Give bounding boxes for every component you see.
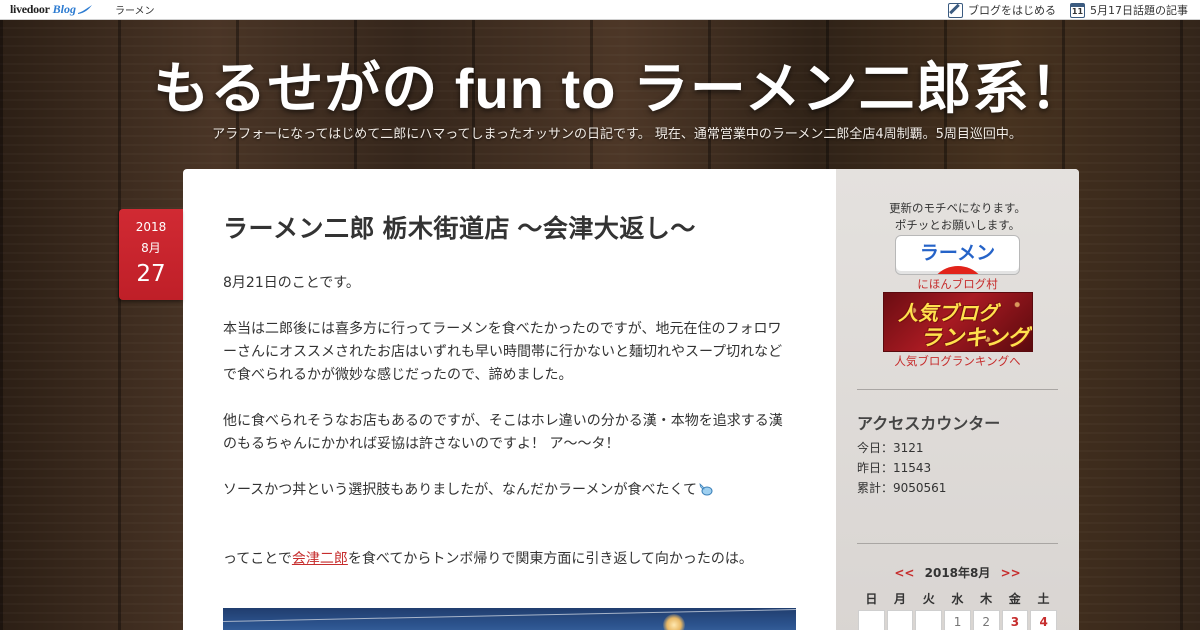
calendar-next-link[interactable]: >>: [1001, 566, 1021, 580]
popular-blog-ranking-link[interactable]: 人気ブログランキングへ: [836, 353, 1079, 369]
weekday-wed: 水: [951, 592, 964, 606]
popular-blog-ranking-banner[interactable]: 人気ブログ ランキング: [883, 292, 1033, 352]
calendar-day-link[interactable]: 3: [1001, 610, 1029, 630]
logo-blog-text: Blog: [52, 2, 76, 16]
paragraph-3-line-1: 他に食べられそうなお店もあるのですが、そこはホレ違いの分かる漢・本物を追求する漢: [223, 413, 783, 429]
trending-articles-label: 5月17日話題の記事: [1090, 4, 1188, 17]
sweat-drop-icon: [699, 483, 713, 496]
article-paragraph-2: 本当は二郎後には喜多方に行ってラーメンを食べたかったのですが、地元在住のフォロワ…: [223, 318, 797, 387]
trending-articles-link[interactable]: 11 5月17日話題の記事: [1070, 2, 1188, 18]
cheer-line-1: 更新のモチベになります。: [889, 201, 1026, 215]
access-counter-heading: アクセスカウンター: [857, 416, 1001, 433]
weekday-sun: 日: [865, 592, 878, 606]
counter-today: 今日：3121: [857, 441, 924, 455]
blog-title[interactable]: もるせがの fun to ラーメン二郎系！: [0, 44, 1200, 125]
calendar-day-link[interactable]: 4: [1030, 610, 1058, 630]
ramen-button-label: ラーメン: [919, 243, 996, 264]
sidebar-divider: [857, 389, 1058, 390]
paragraph-3-line-2: のもるちゃんにかかれば妥協は許さないのですよ！ ア〜〜タ！: [223, 436, 620, 452]
topbar-category-link[interactable]: ラーメン: [115, 2, 155, 17]
calendar-header: << 2018年8月 >>: [836, 564, 1079, 581]
paragraph-4-text: ソースかつ丼という選択肢もありましたが、なんだかラーメンが食べたくて: [223, 482, 698, 498]
bird-icon: [77, 5, 92, 14]
article-title[interactable]: ラーメン二郎 栃木街道店 〜会津大返し〜: [223, 209, 803, 245]
edit-icon: [948, 2, 963, 18]
start-blog-label: ブログをはじめる: [968, 4, 1056, 17]
sidebar-divider: [857, 543, 1058, 544]
weekday-sat: 土: [1037, 592, 1050, 606]
paragraph-2-line-2: ーさんにオススメされたお店はいずれも早い時間帯に行かないと麺切れやスープ切れなど: [223, 344, 783, 360]
date-year: 2018: [135, 220, 167, 234]
paragraph-5-after: を食べてからトンボ帰りで関東方面に引き返して向かったのは。: [347, 551, 753, 567]
calendar-day-empty: [886, 610, 914, 630]
article-paragraph-1: 8月21日のことです。: [223, 275, 360, 291]
livedoor-blog-logo[interactable]: livedoor Blog: [10, 0, 93, 20]
weekday-mon: 月: [894, 592, 907, 606]
rank-banner-line-2: ランキング: [920, 325, 1030, 350]
article: ラーメン二郎 栃木街道店 〜会津大返し〜: [223, 209, 803, 245]
article-paragraph-3: 他に食べられそうなお店もあるのですが、そこはホレ違いの分かる漢・本物を追求する漢…: [223, 410, 797, 456]
calendar-month: 2018年8月: [924, 566, 991, 580]
article-date-badge: 2018 8月 27: [119, 209, 183, 300]
calendar-weekday-row: 日 月 火 水 木 金 土: [857, 590, 1058, 610]
paragraph-5-before: ってことで: [223, 551, 292, 567]
article-photo[interactable]: [223, 608, 796, 630]
aizu-jiro-link[interactable]: 会津二郎: [292, 551, 348, 567]
calendar-day-empty: [858, 610, 885, 630]
photo-wire: [223, 609, 796, 622]
calendar-grid: 日 月 火 水 木 金 土 1 2 3 4: [857, 590, 1058, 630]
counter-total: 累計：9050561: [857, 481, 947, 495]
start-blog-link[interactable]: ブログをはじめる: [948, 2, 1056, 18]
date-month: 8月: [141, 241, 161, 255]
global-topbar: livedoor Blog ラーメン ブログをはじめる 11 5月17日話題の記…: [0, 0, 1200, 20]
cheer-line-2: ポチッとお願いします。: [894, 218, 1021, 232]
photo-lamp: [663, 614, 685, 630]
calendar-prev-link[interactable]: <<: [894, 566, 914, 580]
sidebar-cheer-text: 更新のモチベになります。 ポチッとお願いします。: [836, 200, 1079, 234]
article-paragraph-5: ってことで会津二郎を食べてからトンボ帰りで関東方面に引き返して向かったのは。: [223, 548, 797, 571]
weekday-thu: 木: [980, 592, 993, 606]
calendar-day-empty: [915, 610, 943, 630]
calendar-day: 2: [972, 610, 1000, 630]
weekday-fri: 金: [1008, 592, 1021, 606]
date-day: 27: [136, 261, 166, 287]
counter-yesterday: 昨日：11543: [857, 461, 932, 475]
paragraph-2-line-3: で食べられるかが微妙な感じだったので、諦めました。: [223, 367, 573, 383]
calendar-icon: 11: [1070, 2, 1085, 18]
nihon-blogmura-link[interactable]: にほんブログ村: [836, 276, 1079, 292]
logo-livedoor-text: livedoor: [10, 2, 50, 16]
calendar-day: 1: [944, 610, 971, 630]
nihon-blogmura-ramen-button[interactable]: ラーメン: [895, 235, 1020, 275]
calendar-week-row: 1 2 3 4: [857, 610, 1058, 630]
paragraph-2-line-1: 本当は二郎後には喜多方に行ってラーメンを食べたかったのですが、地元在住のフォロワ: [223, 321, 782, 337]
article-paragraph-4: ソースかつ丼という選択肢もありましたが、なんだかラーメンが食べたくて: [223, 479, 797, 502]
blog-description: アラフォーになってはじめて二郎にハマってしまったオッサンの日記です。 現在、通常…: [212, 127, 1022, 142]
weekday-tue: 火: [922, 592, 935, 606]
